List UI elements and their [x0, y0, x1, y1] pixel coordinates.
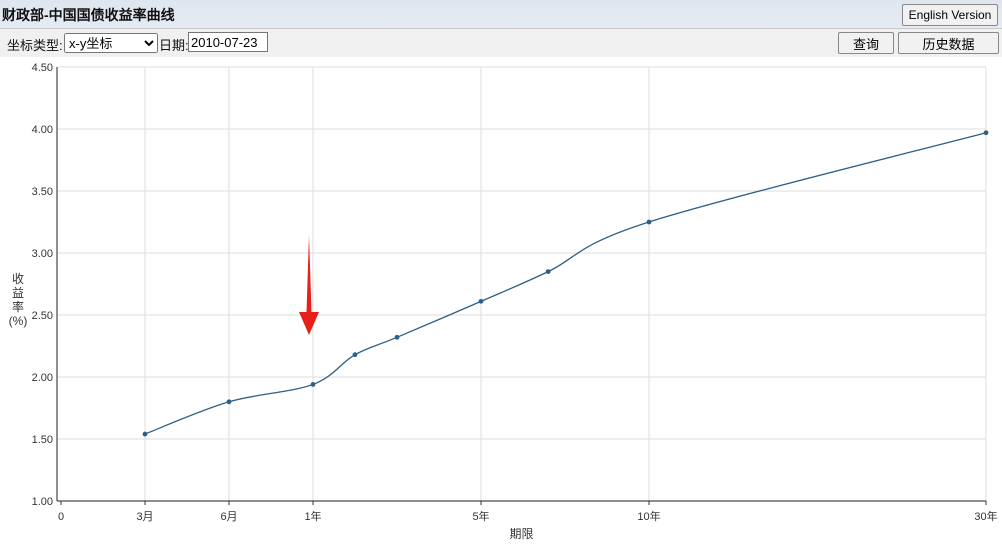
query-button[interactable]: 查询	[838, 32, 894, 54]
y-tick-label: 2.50	[32, 310, 53, 322]
red-arrow-down-icon	[299, 235, 319, 335]
y-tick-label: 4.00	[32, 124, 53, 136]
data-point	[352, 352, 358, 358]
coord-type-select[interactable]: x-y坐标	[64, 33, 158, 53]
y-axis-title: 收	[12, 272, 24, 286]
data-point	[142, 431, 148, 437]
english-version-button[interactable]: English Version	[902, 4, 998, 26]
y-axis-title: 率	[12, 299, 24, 314]
yield-curve-line	[144, 132, 987, 435]
x-tick-label: 30年	[974, 509, 997, 523]
y-tick-label: 1.00	[32, 496, 53, 508]
x-tick-label: 3月	[136, 511, 153, 523]
history-data-button[interactable]: 历史数据	[898, 32, 999, 54]
x-tick-label: 0	[58, 511, 64, 523]
y-tick-label: 2.00	[32, 372, 53, 384]
date-input[interactable]	[188, 32, 268, 52]
date-label: 日期:	[159, 38, 189, 53]
y-axis-title: (%)	[9, 314, 28, 328]
data-point	[226, 399, 232, 405]
y-tick-label: 3.50	[32, 186, 53, 198]
y-tick-label: 4.50	[32, 62, 53, 74]
y-axis-title: 益	[12, 286, 24, 300]
data-point	[394, 334, 400, 340]
data-point	[983, 130, 989, 136]
x-axis-title: 期限	[509, 527, 533, 541]
data-point	[310, 382, 316, 387]
x-tick-label: 6月	[220, 511, 237, 523]
chart-area: 1.00 1.50 2.00 2.50 3.00 3.50 4.00 4.50 0 3月 6月 1年 5…	[0, 57, 1002, 544]
data-point	[646, 219, 652, 225]
page-title: 财政部-中国国债收益率曲线	[2, 7, 175, 23]
yield-curve-chart: 1.00 1.50 2.00 2.50 3.00 3.50 4.00 4.50 0 3月 6月 1年 5…	[9, 62, 998, 541]
coord-type-label: 坐标类型:	[7, 38, 63, 53]
data-point	[545, 269, 551, 274]
data-point	[478, 298, 484, 304]
y-tick-label: 3.00	[32, 248, 53, 260]
x-tick-label: 5年	[472, 509, 489, 523]
toolbar: 坐标类型: x-y坐标 日期: 查询 历史数据	[0, 28, 1002, 58]
x-tick-label: 10年	[637, 509, 660, 523]
x-tick-label: 1年	[304, 509, 321, 523]
y-tick-label: 1.50	[32, 434, 53, 446]
